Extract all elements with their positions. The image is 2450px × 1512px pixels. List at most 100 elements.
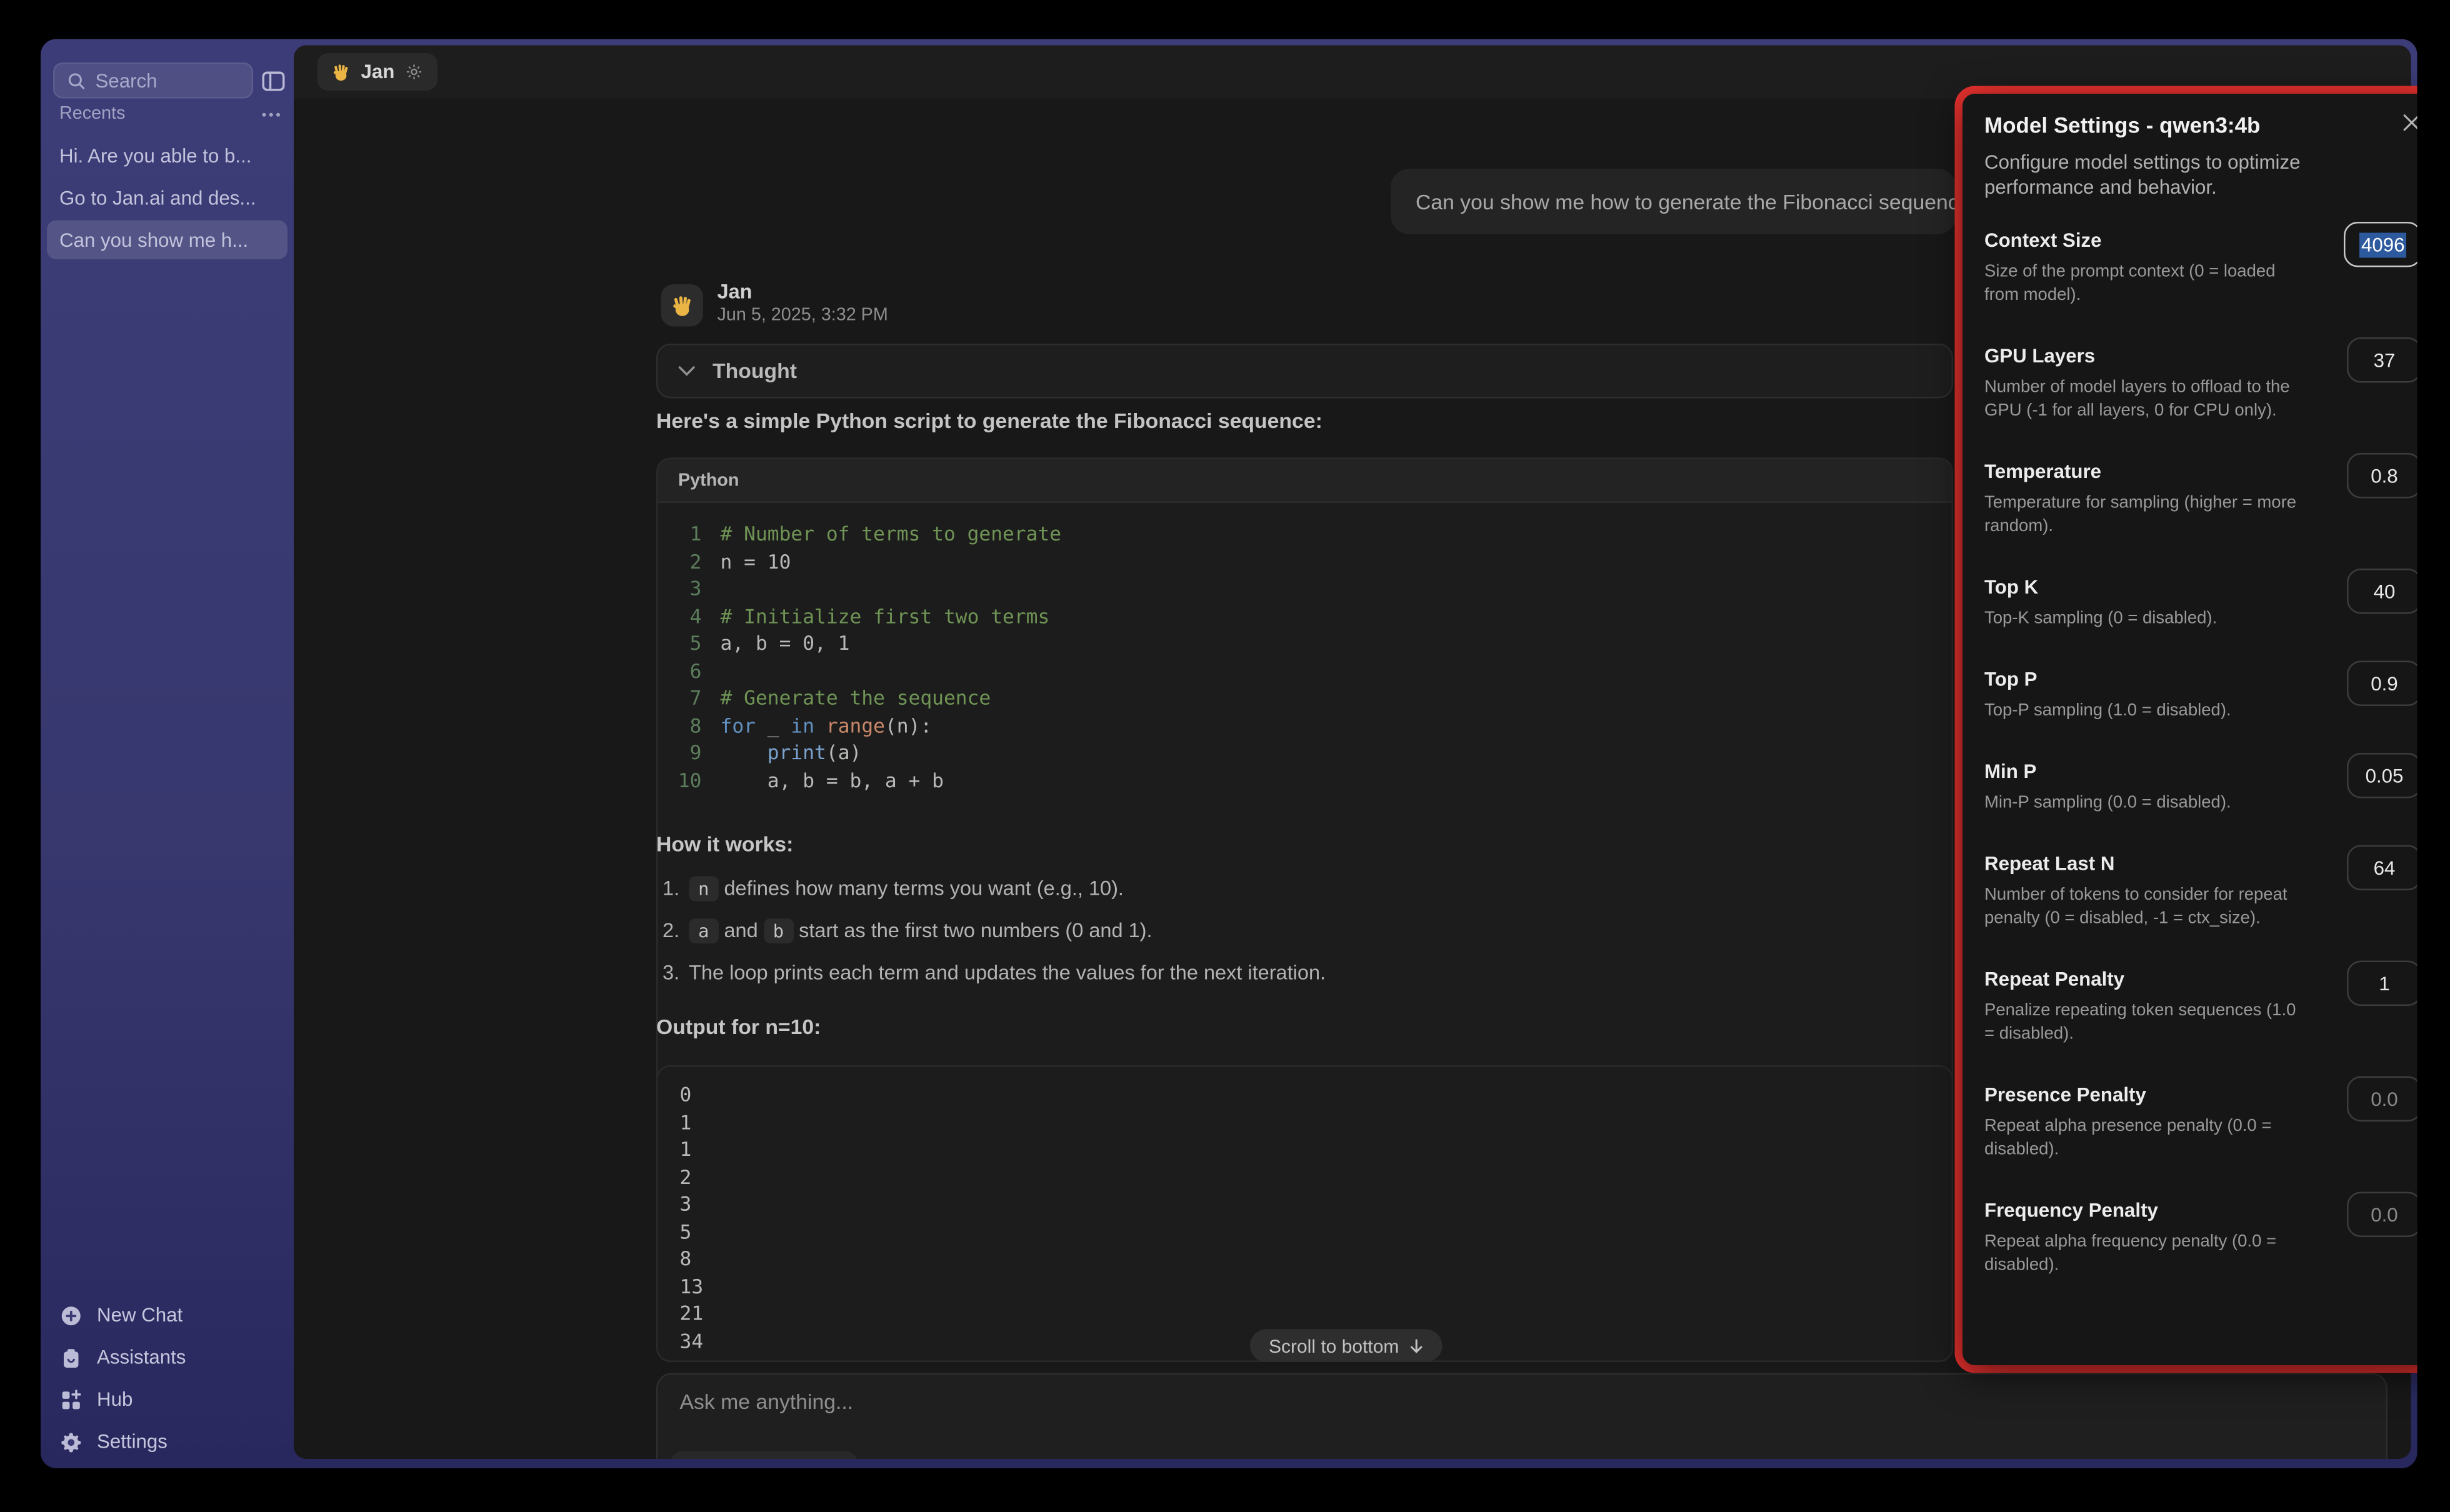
code-line: 1# Number of terms to generate <box>658 520 1952 548</box>
settings-field-top-p: Top P Top-P sampling (1.0 = disabled). 0… <box>1984 669 2418 724</box>
output-line: 21 <box>680 1300 1952 1327</box>
sidebar-item-assistants[interactable]: Assistants <box>50 1337 284 1378</box>
field-description: Number of tokens to consider for repeat … <box>1984 884 2309 931</box>
field-input[interactable]: 0.0 <box>2347 1077 2418 1122</box>
field-label: Presence Penalty <box>1984 1084 2316 1108</box>
recents-more-icon[interactable] <box>261 110 282 118</box>
field-input[interactable]: 64 <box>2347 845 2418 891</box>
output-line: 1 <box>680 1108 1952 1136</box>
list-item: 3.The loop prints each term and updates … <box>662 961 1944 986</box>
output-line: 13 <box>680 1272 1952 1300</box>
code-line: 2n = 10 <box>658 547 1952 575</box>
settings-field-top-k: Top K Top-K sampling (0 = disabled). 40 <box>1984 577 2418 632</box>
scroll-to-bottom-button[interactable]: Scroll to bottom <box>1250 1330 1442 1363</box>
settings-field-temperature: Temperature Temperature for sampling (hi… <box>1984 461 2418 539</box>
code-line: 3 <box>658 575 1952 602</box>
code-line: 7# Generate the sequence <box>658 684 1952 712</box>
settings-field-min-p: Min P Min-P sampling (0.0 = disabled). 0… <box>1984 761 2418 816</box>
assistant-name: Jan <box>718 280 752 304</box>
field-description: Size of the prompt context (0 = loaded f… <box>1984 261 2309 308</box>
list-item: 1.n defines how many terms you want (e.g… <box>662 877 1944 902</box>
field-description: Top-K sampling (0 = disabled). <box>1984 608 2309 632</box>
message-timestamp: Jun 5, 2025, 3:32 PM <box>718 306 888 325</box>
thought-toggle[interactable]: Thought <box>656 344 1953 399</box>
arrow-down-icon <box>1410 1338 1424 1353</box>
assistants-icon <box>59 1346 83 1370</box>
field-description: Repeat alpha presence penalty (0.0 = dis… <box>1984 1115 2309 1162</box>
field-label: Top K <box>1984 577 2316 600</box>
tab-settings-icon[interactable] <box>404 62 422 81</box>
user-message: Can you show me how to generate the Fibo… <box>1391 169 1956 234</box>
field-input[interactable]: 0.0 <box>2347 1192 2418 1238</box>
output-line: 8 <box>680 1245 1952 1273</box>
field-input[interactable]: 0.9 <box>2347 661 2418 707</box>
chevron-down-icon <box>678 366 696 377</box>
user-message-text: Can you show me how to generate the Fibo… <box>1416 190 1956 214</box>
settings-field-gpu-layers: GPU Layers Number of model layers to off… <box>1984 346 2418 424</box>
field-label: Repeat Penalty <box>1984 968 2316 992</box>
field-label: Temperature <box>1984 461 2316 485</box>
code-body: 1# Number of terms to generate2n = 1034#… <box>658 503 1952 793</box>
thought-label: Thought <box>712 359 797 383</box>
field-description: Penalize repeating token sequences (1.0 … <box>1984 1000 2309 1047</box>
assistant-intro-text: Here's a simple Python script to generat… <box>656 409 1322 433</box>
assistant-avatar <box>661 284 704 327</box>
token-speed-indicator: 0 tokens/sec <box>858 1451 994 1460</box>
recent-chat-item[interactable]: Go to Jan.ai and des... <box>47 178 288 217</box>
code-line: 10 a, b = b, a + b <box>658 766 1952 793</box>
code-block: Python 1# Number of terms to generate2n … <box>656 458 1953 1133</box>
field-label: Context Size <box>1984 230 2316 254</box>
sidebar-item-hub[interactable]: Hub <box>50 1380 284 1420</box>
field-label: Top P <box>1984 669 2316 692</box>
search-input[interactable]: Search <box>53 62 253 99</box>
code-line: 9 print(a) <box>658 739 1952 767</box>
sidebar-toggle-icon[interactable] <box>258 66 288 96</box>
settings-gear-icon <box>59 1430 83 1454</box>
jan-app-window: Search Recents Hi. Are you able to b...G… <box>41 39 2418 1469</box>
new-chat-icon <box>59 1303 83 1327</box>
field-label: Frequency Penalty <box>1984 1200 2316 1223</box>
field-description: Temperature for sampling (higher = more … <box>1984 492 2309 539</box>
model-selector[interactable]: qwen3:4b <box>671 1451 858 1460</box>
output-line: 2 <box>680 1163 1952 1190</box>
sidebar-item-settings[interactable]: Settings <box>50 1421 284 1462</box>
scroll-to-bottom-label: Scroll to bottom <box>1269 1335 1399 1356</box>
recent-chat-item[interactable]: Can you show me h... <box>47 221 288 260</box>
wave-hand-icon <box>331 62 352 82</box>
sidebar-item-new-chat[interactable]: New Chat <box>50 1295 284 1336</box>
field-input[interactable]: 1 <box>2347 961 2418 1007</box>
field-input[interactable]: 0.8 <box>2347 453 2418 499</box>
desktop-background: Search Recents Hi. Are you able to b...G… <box>0 0 2450 1512</box>
field-input[interactable]: 0.05 <box>2347 753 2418 798</box>
hub-icon <box>59 1388 83 1411</box>
settings-fields: Context Size Size of the prompt context … <box>1984 230 2418 1278</box>
settings-field-repeat-penalty: Repeat Penalty Penalize repeating token … <box>1984 968 2418 1047</box>
field-description: Top-P sampling (1.0 = disabled). <box>1984 700 2309 724</box>
settings-field-frequency-penalty: Frequency Penalty Repeat alpha frequency… <box>1984 1200 2418 1278</box>
message-input[interactable]: Ask me anything... qwen3:4b <box>656 1373 2388 1460</box>
tab-label: Jan <box>361 61 395 83</box>
output-line: 1 <box>680 1136 1952 1163</box>
output-line: 5 <box>680 1218 1952 1245</box>
code-line: 4# Initialize first two terms <box>658 602 1952 630</box>
sidebar: Search Recents Hi. Are you able to b...G… <box>41 39 294 1469</box>
field-input[interactable]: 37 <box>2347 337 2418 383</box>
model-settings-panel: Model Settings - qwen3:4b Configure mode… <box>1962 94 2418 1365</box>
close-icon[interactable] <box>2399 109 2418 136</box>
output-heading: Output for n=10: <box>656 1015 821 1039</box>
field-description: Repeat alpha frequency penalty (0.0 = di… <box>1984 1231 2309 1278</box>
code-line: 6 <box>658 657 1952 684</box>
recent-chat-item[interactable]: Hi. Are you able to b... <box>47 136 288 176</box>
field-input[interactable]: 4096 <box>2344 222 2417 267</box>
settings-panel-highlight: Model Settings - qwen3:4b Configure mode… <box>1955 86 2418 1373</box>
field-label: GPU Layers <box>1984 346 2316 369</box>
output-line: 3 <box>680 1190 1952 1218</box>
code-block-header: Python <box>658 459 1952 503</box>
recents-header: Recents <box>59 105 281 124</box>
code-language-label: Python <box>678 471 739 490</box>
settings-field-repeat-last-n: Repeat Last N Number of tokens to consid… <box>1984 853 2418 931</box>
panel-subtitle: Configure model settings to optimize per… <box>1984 150 2344 200</box>
tab-jan[interactable]: Jan <box>318 53 437 91</box>
field-input[interactable]: 40 <box>2347 569 2418 614</box>
how-it-works-heading: How it works: <box>656 833 793 857</box>
